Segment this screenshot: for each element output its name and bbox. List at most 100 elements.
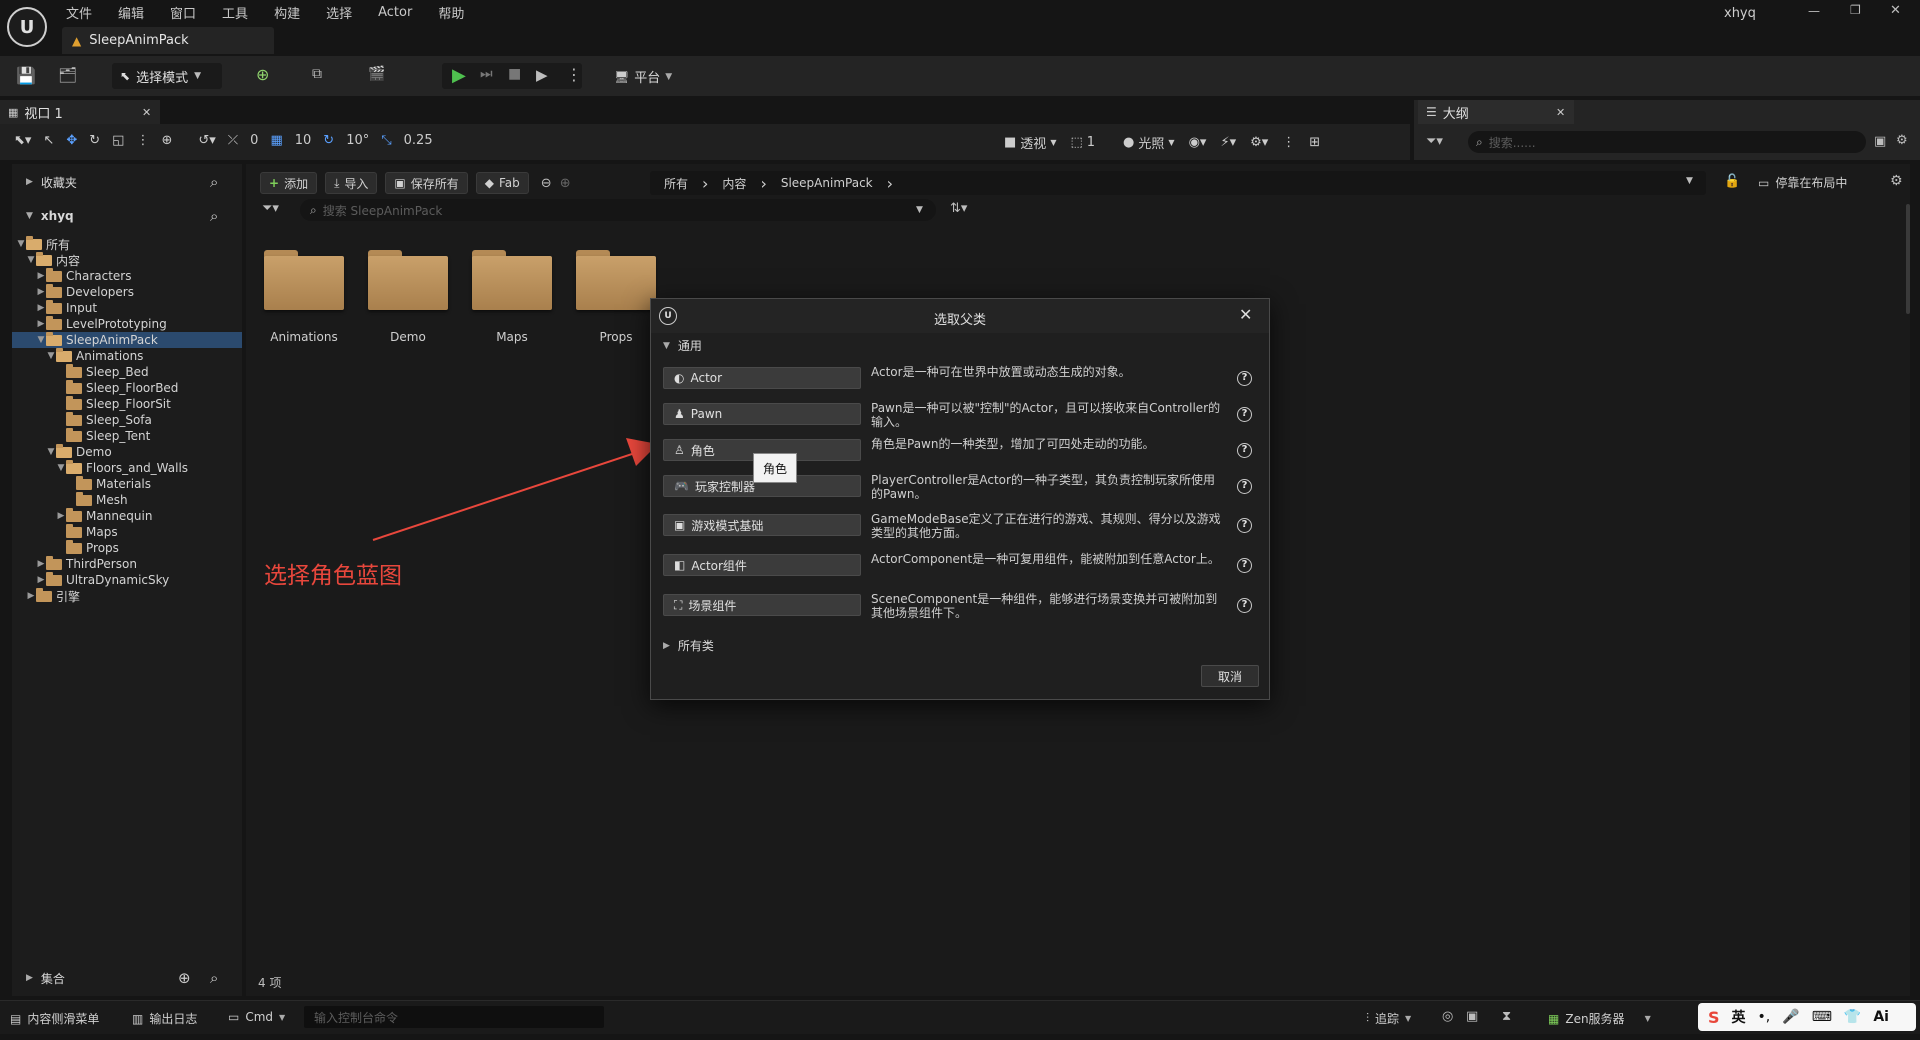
menu-item[interactable]: 窗口	[170, 3, 196, 22]
grid-snap-icon[interactable]: ▦	[270, 133, 282, 148]
lit-dropdown[interactable]: ● 光照 ▼	[1123, 133, 1175, 152]
help-icon[interactable]: ?	[1237, 479, 1252, 494]
help-icon[interactable]: ?	[1237, 407, 1252, 422]
rotate-snap-value[interactable]: 10°	[346, 133, 369, 148]
surface-snap-icon[interactable]: ↺▾	[198, 133, 215, 148]
favorites-header[interactable]: ▶ 收藏夹 ⌕	[12, 170, 242, 194]
menu-item[interactable]: Actor	[378, 5, 412, 20]
derived-data-icon[interactable]: ◎	[1442, 1009, 1453, 1024]
lock-icon[interactable]: 🔓	[1724, 174, 1740, 189]
sogou-icon[interactable]: S	[1708, 1008, 1720, 1027]
unreal-logo[interactable]: U	[7, 7, 47, 47]
fab-button[interactable]: ◆ Fab	[475, 172, 529, 194]
menu-item[interactable]: 帮助	[438, 3, 464, 22]
console-input[interactable]: 输入控制台命令	[304, 1006, 604, 1028]
tree-item[interactable]: ▼ 所有	[12, 235, 242, 252]
import-button[interactable]: ⤓ 导入	[325, 172, 378, 194]
tree-item[interactable]: ▶ ThirdPerson	[12, 555, 242, 572]
tree-item[interactable]: ▼ SleepAnimPack	[12, 331, 242, 348]
folder-tile-icon[interactable]	[368, 250, 448, 310]
snap-move-value[interactable]: 0	[250, 133, 258, 148]
content-search[interactable]: ⌕ 搜索 SleepAnimPack ▼	[300, 199, 936, 221]
cancel-button[interactable]: 取消	[1201, 665, 1259, 687]
tree-item[interactable]: ▶ Characters	[12, 267, 242, 284]
chevron-right-icon[interactable]: ▶	[36, 287, 46, 297]
filter-icon[interactable]: ⏷▾	[1426, 134, 1443, 149]
tree-item[interactable]: Materials	[12, 475, 242, 492]
chevron-right-icon[interactable]: ▶	[36, 575, 46, 585]
class-button-pawn[interactable]: ♟ Pawn	[663, 403, 861, 425]
class-button-actor-component[interactable]: ◧ Actor组件	[663, 554, 861, 576]
scale-snap-value[interactable]: 0.25	[404, 133, 433, 148]
chevron-down-icon[interactable]: ▼	[16, 239, 26, 249]
class-button-actor[interactable]: ◐ Actor	[663, 367, 861, 389]
save-icon[interactable]: 💾	[16, 66, 36, 85]
skin-icon[interactable]: 👕	[1844, 1009, 1861, 1025]
chevron-right-icon[interactable]: ▶	[26, 591, 36, 601]
settings-icon[interactable]: ⚙	[1890, 173, 1903, 189]
browse-icon[interactable]: 🗂	[58, 66, 77, 84]
select-mode-dropdown[interactable]: ⬉ 选择模式 ▼	[112, 63, 222, 89]
show-icon[interactable]: ◉▾	[1189, 135, 1207, 150]
menu-item[interactable]: 工具	[222, 3, 248, 22]
blueprint-icon[interactable]: ⧉	[312, 66, 322, 82]
scale-snap-icon[interactable]: ⤡	[381, 133, 391, 148]
folder-tile-label[interactable]: Demo	[358, 330, 458, 344]
chevron-down-icon[interactable]: ▼	[46, 447, 56, 457]
realtime-icon[interactable]: ⚡▾	[1220, 135, 1236, 150]
chevron-down-icon[interactable]: ▼	[36, 335, 46, 345]
more-icon[interactable]: ⋮	[136, 133, 149, 148]
pointer-icon[interactable]: ↖	[43, 133, 54, 148]
tree-item[interactable]: Sleep_FloorBed	[12, 379, 242, 396]
menu-item[interactable]: 文件	[66, 3, 92, 22]
add-button[interactable]: + 添加	[260, 172, 318, 194]
folder-tile-icon[interactable]	[576, 250, 656, 310]
tree-item[interactable]: Sleep_FloorSit	[12, 395, 242, 412]
simulate-icon[interactable]: ▶	[536, 66, 548, 84]
breadcrumb-item[interactable]: SleepAnimPack	[781, 176, 873, 190]
rotate-icon[interactable]: ↻	[89, 133, 100, 148]
tree-item[interactable]: Sleep_Tent	[12, 427, 242, 444]
settings-icon[interactable]: ⚙▾	[1250, 135, 1268, 150]
perspective-dropdown[interactable]: ■ 透视 ▼	[1004, 133, 1056, 152]
close-icon[interactable]: ✕	[142, 106, 151, 119]
close-icon[interactable]: ✕	[1556, 106, 1565, 119]
chevron-right-icon[interactable]: ›	[702, 174, 708, 193]
source-control-icon[interactable]: ▣	[1466, 1009, 1478, 1024]
cmd-dropdown[interactable]: ▭ Cmd ▼	[228, 1010, 285, 1024]
tree-item[interactable]: ▶ Mannequin	[12, 507, 242, 524]
tree-item[interactable]: ▶ Input	[12, 299, 242, 316]
help-icon[interactable]: ?	[1237, 518, 1252, 533]
chevron-right-icon[interactable]: ›	[760, 174, 766, 193]
tree-item[interactable]: Props	[12, 539, 242, 556]
user-header[interactable]: ▼ xhyq ⌕	[12, 204, 242, 228]
save-all-button[interactable]: ▣ 保存所有	[385, 172, 468, 194]
tree-item[interactable]: ▶ 引擎	[12, 587, 242, 604]
chevron-down-icon[interactable]: ▼	[56, 463, 66, 473]
menu-item[interactable]: 选择	[326, 3, 352, 22]
add-actor-icon[interactable]: ⊕	[256, 65, 269, 84]
chevron-right-icon[interactable]: ▶	[36, 271, 46, 281]
help-icon[interactable]: ?	[1237, 558, 1252, 573]
collections-header[interactable]: ▶ 集合 ⊕ ⌕	[12, 966, 242, 990]
tree-item[interactable]: ▼ Floors_and_Walls	[12, 459, 242, 476]
breadcrumb-item[interactable]: 内容	[722, 175, 746, 192]
cinematics-icon[interactable]: 🎬	[368, 66, 385, 82]
move-icon[interactable]: ✥	[66, 133, 77, 148]
folder-tile-label[interactable]: Maps	[462, 330, 562, 344]
folder-tile-icon[interactable]	[472, 250, 552, 310]
class-button-game-mode-base[interactable]: ▣ 游戏模式基础	[663, 514, 861, 536]
breadcrumb-item[interactable]: 所有	[664, 175, 688, 192]
class-button-scene-component[interactable]: ⛶ 场景组件	[663, 594, 861, 616]
more-icon[interactable]: ⋮	[1282, 135, 1295, 150]
folder-tile-label[interactable]: Animations	[254, 330, 354, 344]
menu-item[interactable]: 编辑	[118, 3, 144, 22]
world-icon[interactable]: ⊕	[161, 133, 172, 148]
viewport-tab[interactable]: ▦ 视口 1 ✕	[0, 100, 160, 124]
folder-tile-icon[interactable]	[264, 250, 344, 310]
chevron-right-icon[interactable]: ›	[887, 174, 893, 193]
back-icon[interactable]: ⊖	[541, 176, 552, 191]
chevron-right-icon[interactable]: ▶	[56, 511, 66, 521]
zen-server-dropdown[interactable]: ▦ Zen服务器 ▼	[1548, 1010, 1651, 1027]
tree-item[interactable]: ▶ UltraDynamicSky	[12, 571, 242, 588]
